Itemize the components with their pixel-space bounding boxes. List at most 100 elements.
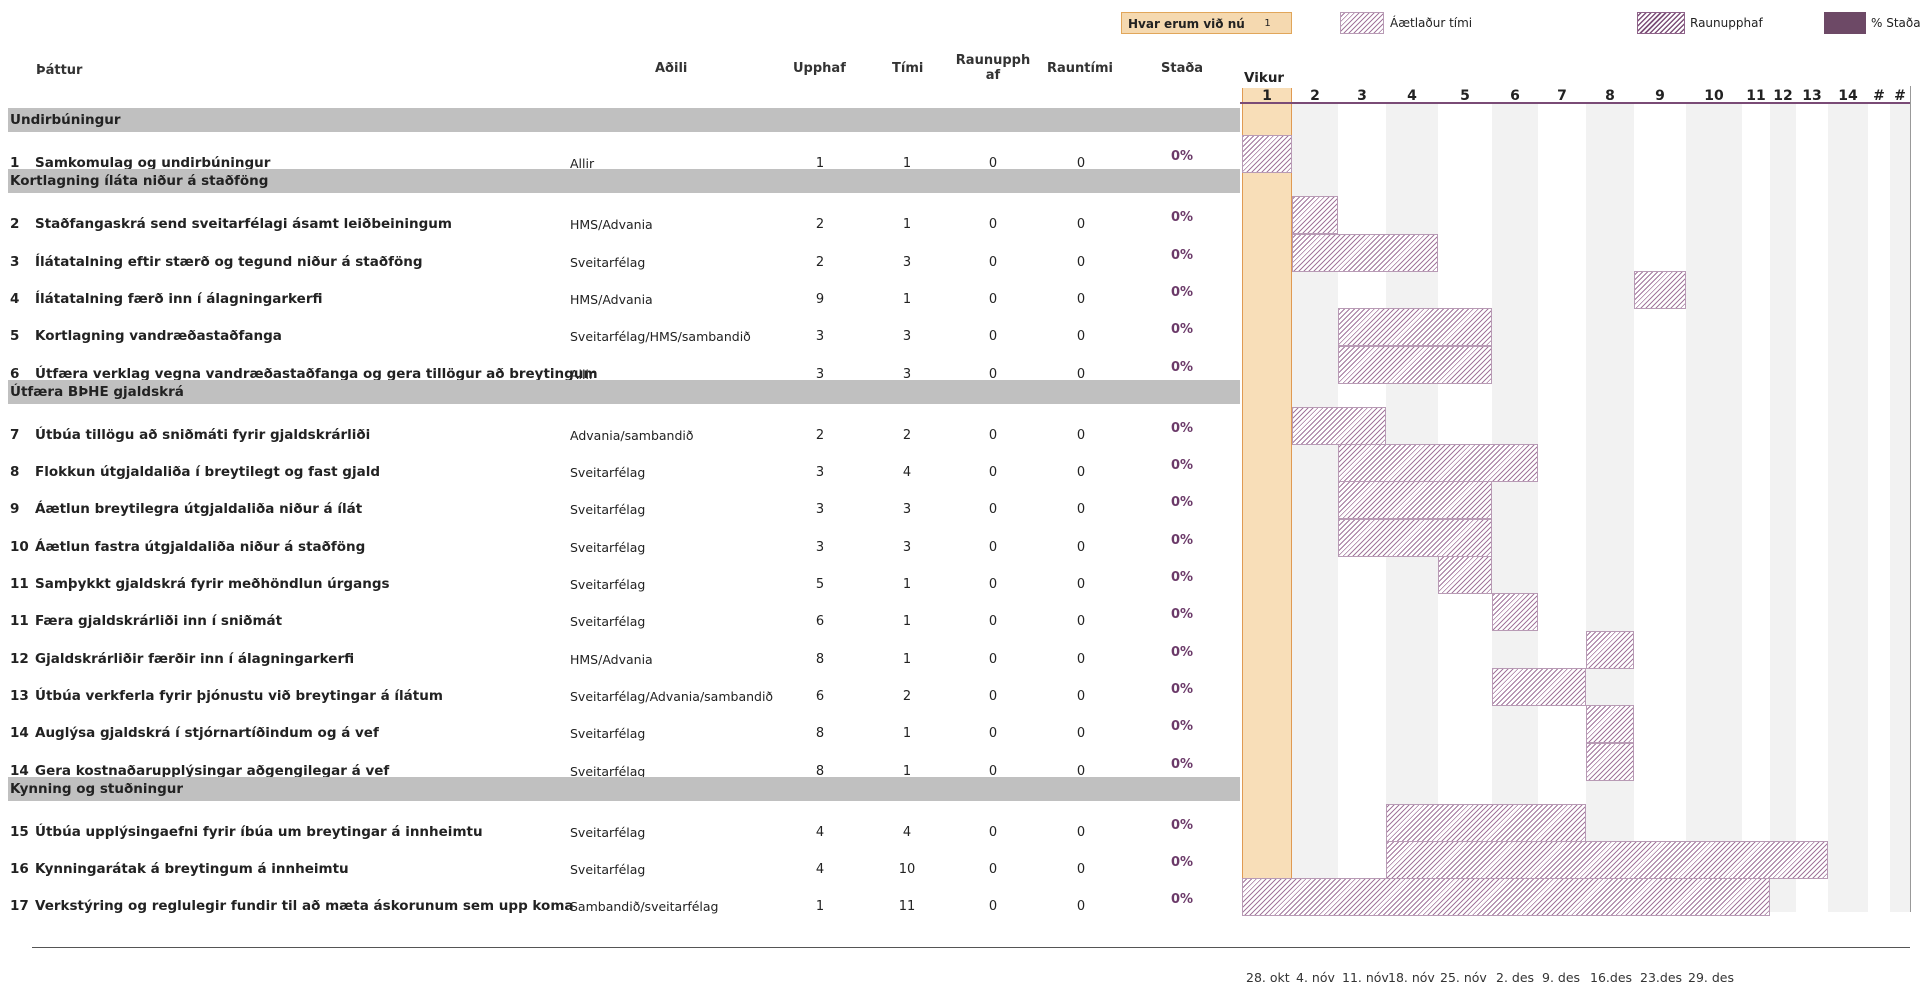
- week-date-label: 4. nóv: [1296, 970, 1335, 985]
- task-start: 2: [815, 254, 825, 270]
- task-actual-time: 0: [1076, 862, 1086, 878]
- task-number: 11: [10, 576, 29, 592]
- task-status: 0%: [1170, 570, 1194, 585]
- task-owner: Sveitarfélag: [570, 824, 646, 840]
- task-name: Ílátatalning eftir stærð og tegund niður…: [35, 253, 423, 270]
- week-number: 5: [1460, 88, 1470, 104]
- task-actual-start: 0: [988, 651, 998, 667]
- task-name: Gjaldskrárliðir færðir inn í álagningark…: [35, 650, 355, 667]
- task-status: 0%: [1170, 892, 1194, 908]
- section-header: Kynning og stuðningur: [8, 776, 1240, 801]
- task-start: 6: [815, 688, 825, 704]
- task-status: 0%: [1170, 247, 1194, 263]
- week-number: #: [1894, 88, 1906, 104]
- gantt-bar-planned: [1338, 308, 1492, 347]
- column-header-status: Staða: [1161, 61, 1204, 76]
- task-status: 0%: [1170, 855, 1194, 871]
- task-duration: 2: [902, 427, 912, 443]
- week-number: 8: [1605, 88, 1615, 104]
- week-column-shade: [1492, 104, 1538, 912]
- task-actual-time: 0: [1076, 254, 1086, 270]
- week-date-label: 28. okt: [1246, 970, 1290, 985]
- task-start: 4: [815, 862, 825, 878]
- task-actual-time: 0: [1076, 427, 1086, 443]
- current-week-label: Hvar erum við núna: [1121, 12, 1245, 34]
- task-number: 9: [10, 501, 20, 518]
- task-name: Ílátatalning færð inn í álagningarkerfi: [35, 290, 323, 307]
- section-header: Útfæra BÞHE gjaldskrá: [8, 379, 1240, 404]
- task-status: 0%: [1170, 458, 1194, 474]
- task-duration: 1: [902, 217, 912, 233]
- task-start: 5: [815, 577, 825, 592]
- task-duration: 3: [902, 539, 912, 555]
- week-column-shade: [1686, 104, 1742, 912]
- task-name: Áætlun fastra útgjaldaliða niður á staðf…: [35, 538, 366, 555]
- task-duration: 2: [902, 688, 912, 704]
- task-duration: 1: [902, 614, 912, 630]
- week-number: 3: [1357, 88, 1367, 104]
- task-number: 3: [10, 253, 20, 270]
- week-number: 12: [1773, 88, 1793, 104]
- task-duration: 3: [902, 254, 912, 270]
- week-number: #: [1873, 88, 1885, 104]
- task-start: 8: [815, 726, 825, 742]
- section-header: Undirbúningur: [8, 108, 1240, 132]
- task-actual-start: 0: [988, 291, 998, 307]
- task-start: 3: [815, 329, 825, 345]
- task-actual-start: 0: [988, 329, 998, 345]
- task-actual-start: 0: [988, 217, 998, 233]
- gantt-bar-planned: [1586, 630, 1634, 669]
- task-actual-start: 0: [988, 899, 998, 915]
- task-status: 0%: [1170, 817, 1194, 833]
- task-name: Verkstýring og reglulegir fundir til að …: [35, 898, 574, 915]
- task-status: 0%: [1170, 607, 1194, 623]
- task-number: 17: [10, 898, 29, 915]
- task-start: 8: [815, 651, 825, 667]
- task-status: 0%: [1170, 495, 1194, 511]
- task-number: 4: [10, 290, 20, 307]
- task-owner: Sambandið/sveitarfélag: [570, 899, 719, 915]
- task-status: 0%: [1170, 322, 1194, 338]
- weeks-label: Vikur: [1244, 70, 1285, 86]
- task-number: 16: [10, 861, 29, 878]
- task-actual-start: 0: [988, 465, 998, 481]
- week-number: 9: [1655, 88, 1665, 104]
- planned-legend-label: Áætlaður tími: [1390, 16, 1473, 30]
- task-name: Útbúa tillögu að sniðmáti fyrir gjaldskr…: [35, 426, 371, 443]
- task-name: Staðfangaskrá send sveitarfélagi ásamt l…: [35, 216, 452, 233]
- week-column-shade: [1586, 104, 1634, 912]
- week-date-label: 18. nóv: [1388, 970, 1435, 985]
- current-week-input[interactable]: 1: [1244, 12, 1292, 34]
- task-start: 9: [815, 291, 825, 307]
- task-start: 2: [815, 217, 825, 233]
- task-number: 14: [10, 725, 29, 742]
- task-status: 0%: [1170, 532, 1194, 548]
- task-owner: Sveitarfélag: [570, 577, 646, 592]
- task-start: 2: [815, 427, 825, 443]
- gantt-bar-planned: [1338, 345, 1492, 384]
- task-owner: Sveitarfélag: [570, 539, 646, 555]
- task-number: 2: [10, 216, 20, 233]
- week-column-shade: [1828, 104, 1868, 912]
- task-actual-time: 0: [1076, 291, 1086, 307]
- week-date-label: 25. nóv: [1440, 970, 1487, 985]
- table-bottom-divider: [32, 947, 1910, 948]
- task-status: 0%: [1170, 719, 1194, 735]
- task-duration: 11: [898, 899, 916, 915]
- task-actual-time: 0: [1076, 899, 1086, 915]
- section-header: Kortlagning íláta niður á staðföng: [8, 169, 1240, 194]
- task-status: 0%: [1170, 210, 1194, 226]
- column-header-duration: Tími: [892, 61, 924, 76]
- task-name: Áætlun breytilegra útgjaldaliða niður á …: [35, 501, 363, 518]
- column-header-actual-time: Rauntími: [1047, 61, 1113, 76]
- task-name: Kortlagning vandræðastaðfanga: [35, 328, 282, 345]
- gantt-right-border: [1910, 86, 1911, 912]
- column-header-actual-start: Raunupphaf: [955, 53, 1031, 83]
- task-actual-time: 0: [1076, 688, 1086, 704]
- gantt-bar-planned: [1386, 803, 1586, 842]
- task-status: 0%: [1170, 284, 1194, 300]
- week-date-label: 29. des: [1688, 970, 1734, 985]
- task-actual-start: 0: [988, 502, 998, 518]
- status-legend-label: % Staða: [1871, 16, 1921, 30]
- gantt-bar-planned: [1292, 196, 1338, 235]
